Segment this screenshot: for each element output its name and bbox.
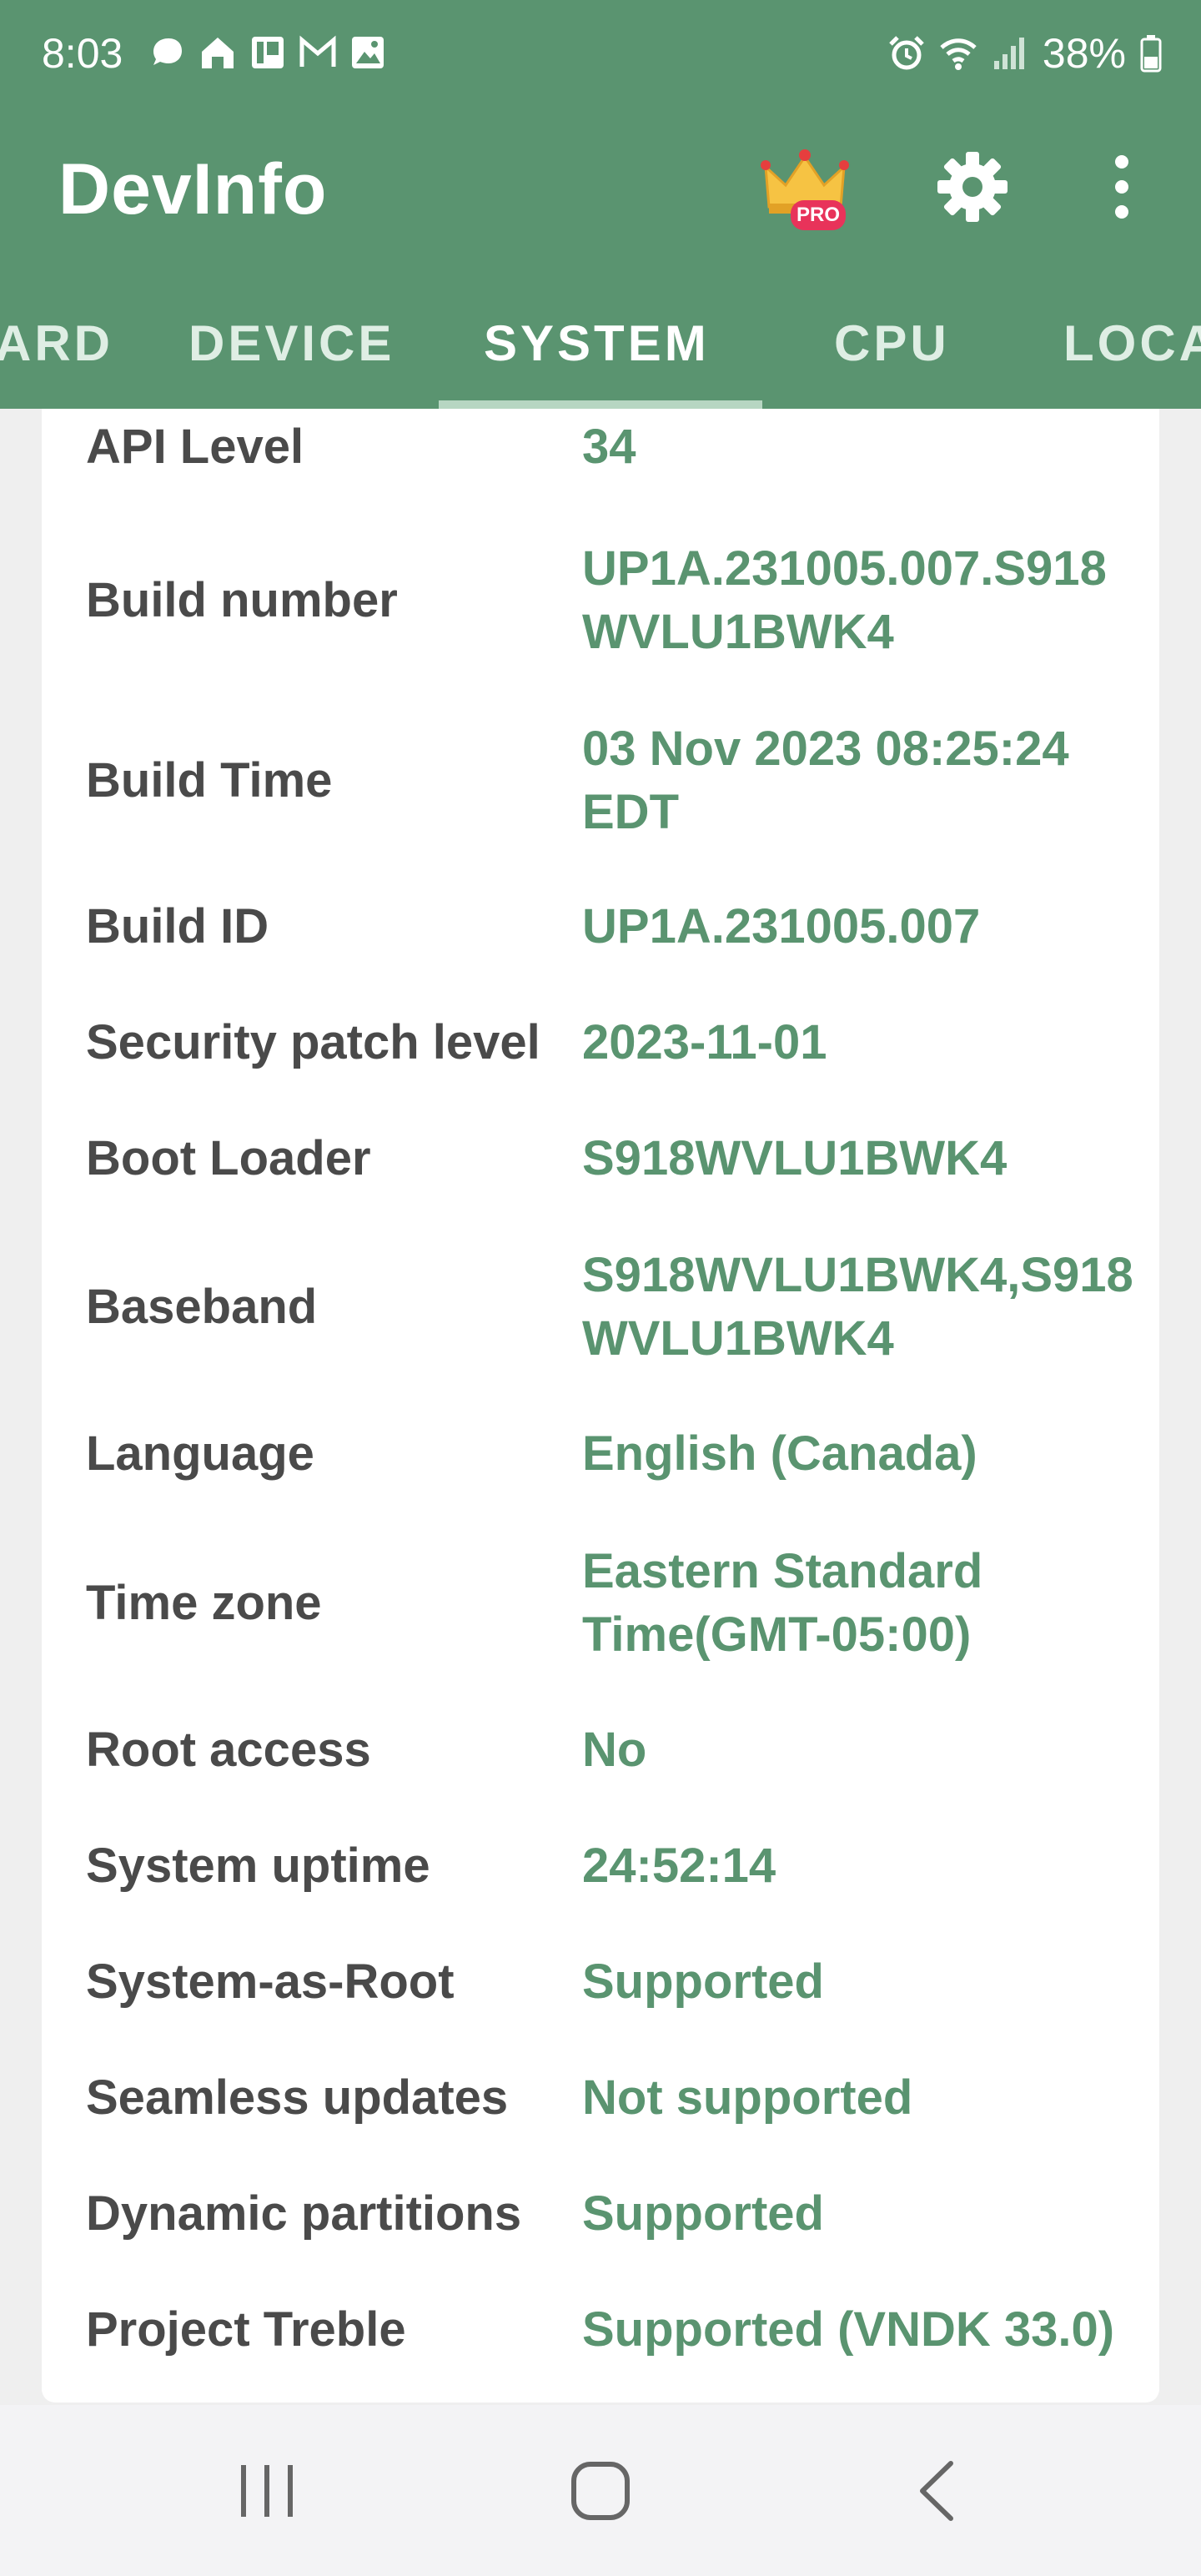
- info-label: Language: [86, 1426, 314, 1481]
- info-value: No: [582, 1723, 647, 1777]
- chat-bubble-icon: [148, 33, 187, 72]
- info-value: 2023-11-01: [582, 1015, 827, 1069]
- info-row-dynamic-partitions: Dynamic partitions Supported: [42, 2180, 1159, 2248]
- info-label: System uptime: [86, 1839, 430, 1893]
- info-label: Baseband: [86, 1280, 318, 1334]
- gmail-icon: [299, 33, 337, 72]
- info-row-time-zone: Time zone Eastern Standard Time(GMT-05:0…: [42, 1537, 1159, 1670]
- recent-apps-icon[interactable]: [229, 2453, 304, 2528]
- home-icon: [198, 33, 237, 72]
- info-value: 34: [582, 420, 636, 474]
- battery-icon: [1139, 34, 1163, 73]
- info-row-security-patch: Security patch level 2023-11-01: [42, 1009, 1159, 1077]
- system-navigation-bar: [0, 2405, 1201, 2576]
- info-row-baseband: Baseband S918WVLU1BWK4,S918WVLU1BWK4: [42, 1240, 1159, 1374]
- info-row-api-level: API Level 34: [42, 413, 1159, 481]
- info-label: Boot Loader: [86, 1131, 371, 1185]
- info-value: 03 Nov 2023 08:25:24 EDT: [582, 722, 1069, 839]
- info-label: Time zone: [86, 1576, 322, 1630]
- wifi-icon: [939, 34, 977, 73]
- info-value: Not supported: [582, 2070, 913, 2125]
- back-button-icon[interactable]: [901, 2453, 976, 2528]
- battery-percent: 38%: [1042, 30, 1126, 77]
- info-label: Security patch level: [86, 1015, 540, 1069]
- tab-location[interactable]: LOCA: [1063, 267, 1201, 409]
- info-row-root-access: Root access No: [42, 1716, 1159, 1784]
- info-value: English (Canada): [582, 1426, 977, 1481]
- info-row-system-uptime: System uptime 24:52:14: [42, 1832, 1159, 1900]
- info-label: Root access: [86, 1723, 371, 1777]
- info-label: Project Treble: [86, 2302, 406, 2357]
- home-button-icon[interactable]: [563, 2453, 638, 2528]
- info-value: UP1A.231005.007: [582, 899, 981, 953]
- info-row-boot-loader: Boot Loader S918WVLU1BWK4: [42, 1124, 1159, 1193]
- info-value: Supported: [582, 1955, 824, 2009]
- tab-bar: ARD DEVICE SYSTEM CPU LOCA: [0, 267, 1201, 409]
- tab-dashboard[interactable]: ARD: [0, 267, 113, 409]
- info-row-language: Language English (Canada): [42, 1420, 1159, 1488]
- info-value: Supported (VNDK 33.0): [582, 2302, 1115, 2357]
- info-row-build-number: Build number UP1A.231005.007.S918WVLU1BW…: [42, 534, 1159, 667]
- info-value: Eastern Standard Time(GMT-05:00): [582, 1544, 983, 1662]
- info-label: Seamless updates: [86, 2070, 509, 2125]
- info-value: 24:52:14: [582, 1839, 776, 1893]
- info-row-project-treble: Project Treble Supported (VNDK 33.0): [42, 2296, 1159, 2364]
- info-value: Supported: [582, 2186, 824, 2241]
- info-label: API Level: [86, 420, 304, 474]
- more-options-icon[interactable]: [1101, 148, 1143, 225]
- tab-cpu[interactable]: CPU: [834, 267, 950, 409]
- pro-crown-icon[interactable]: PRO: [759, 142, 851, 234]
- status-time: 8:03: [42, 30, 123, 77]
- settings-gear-icon[interactable]: [934, 148, 1011, 225]
- system-info-card: API Level 34 Build number UP1A.231005.00…: [42, 409, 1159, 2402]
- message-icon: [249, 33, 287, 72]
- info-value: UP1A.231005.007.S918WVLU1BWK4: [582, 541, 1107, 659]
- info-value: S918WVLU1BWK4: [582, 1131, 1008, 1185]
- info-label: System-as-Root: [86, 1955, 455, 2009]
- info-row-build-time: Build Time 03 Nov 2023 08:25:24 EDT: [42, 714, 1159, 848]
- info-label: Build number: [86, 573, 398, 627]
- info-value: S918WVLU1BWK4,S918WVLU1BWK4: [582, 1248, 1133, 1366]
- info-row-build-id: Build ID UP1A.231005.007: [42, 893, 1159, 961]
- status-bar: 8:03 38%: [0, 0, 1201, 108]
- info-row-system-as-root: System-as-Root Supported: [42, 1948, 1159, 2016]
- devinfo-app: 8:03 38% DevInfo PRO ARD DEVICE SYSTEM C…: [0, 0, 1201, 2576]
- info-label: Build ID: [86, 899, 269, 953]
- app-bar: DevInfo PRO: [0, 108, 1201, 267]
- app-title: DevInfo: [58, 149, 328, 229]
- info-label: Build Time: [86, 753, 333, 808]
- tab-device[interactable]: DEVICE: [188, 267, 394, 409]
- system-status-icons: 38%: [887, 27, 1163, 80]
- tab-system[interactable]: SYSTEM: [484, 267, 710, 409]
- alarm-icon: [887, 34, 926, 73]
- signal-icon: [991, 34, 1029, 73]
- gallery-icon: [349, 33, 387, 72]
- info-row-seamless-updates: Seamless updates Not supported: [42, 2064, 1159, 2132]
- notification-icons: [148, 33, 387, 72]
- pro-badge-text: PRO: [796, 204, 840, 226]
- info-label: Dynamic partitions: [86, 2186, 522, 2241]
- active-tab-indicator: [439, 400, 762, 409]
